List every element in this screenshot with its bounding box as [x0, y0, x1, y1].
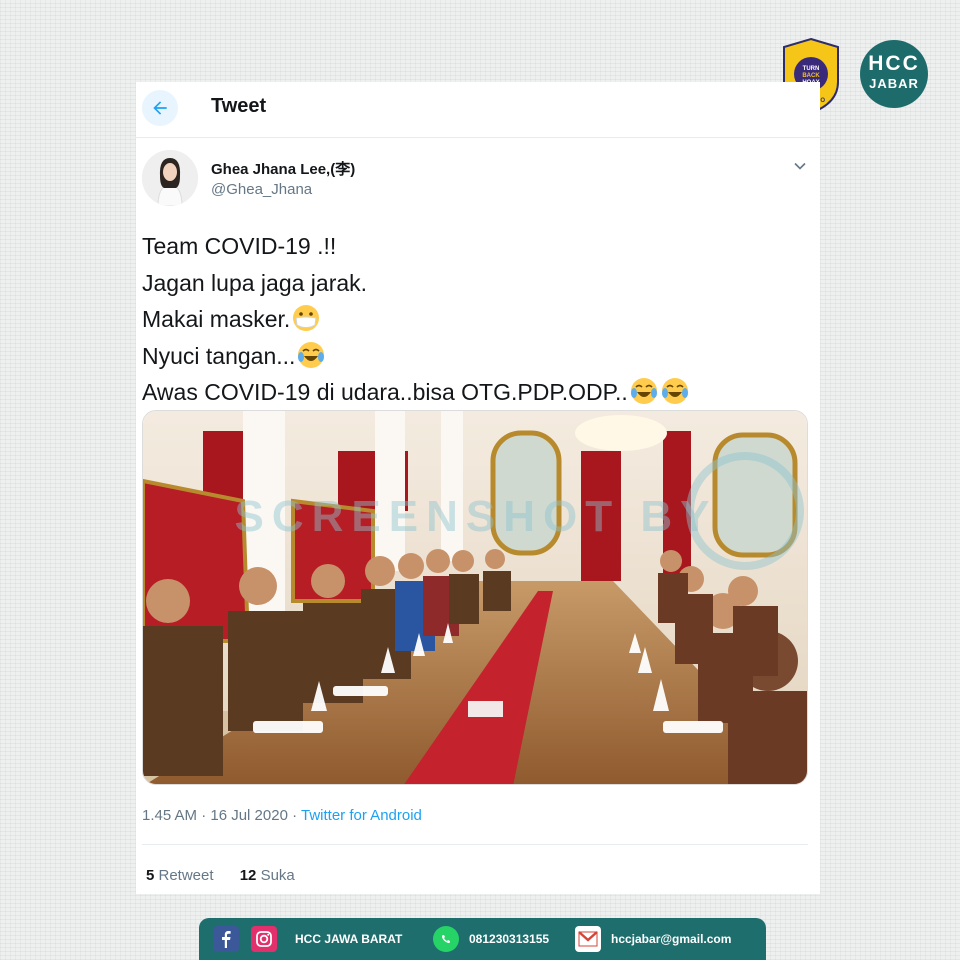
author-name[interactable]: Ghea Jhana Lee,(李) [211, 158, 355, 179]
tweet-card: Tweet Ghea Jhana Lee,(李) @Ghea_Jhana Tea… [136, 82, 820, 894]
tweet-line: Makai masker. [142, 301, 690, 338]
tweet-line-text: Awas COVID-19 di udara..bisa OTG.PDP.ODP… [142, 379, 628, 405]
tweet-line: Jagan lupa jaga jarak. [142, 265, 690, 302]
gmail-icon[interactable] [575, 926, 601, 952]
tweet-line-text: Jagan lupa jaga jarak. [142, 269, 368, 296]
hcc-logo-line2: JABAR [869, 76, 919, 91]
instagram-icon[interactable] [251, 926, 277, 952]
likes-count: 12 [239, 867, 257, 884]
chevron-down-icon[interactable] [790, 156, 810, 176]
tweet-stats: 5 Retweet 12 Suka [146, 867, 317, 884]
likes-label: Suka [256, 867, 295, 884]
hcc-logo-line1: HCC [868, 52, 920, 75]
author-avatar[interactable] [142, 150, 198, 206]
divider [142, 844, 808, 845]
footer-phone: 081230313155 [469, 932, 550, 946]
svg-text:BACK: BACK [802, 73, 820, 79]
tears-of-joy-emoji-icon [298, 341, 325, 368]
arrow-left-icon [153, 101, 167, 115]
contact-footer: HCC JAWA BARAT 081230313155 hccjabar@gma… [199, 918, 766, 960]
whatsapp-icon[interactable] [433, 926, 459, 952]
tweet-line-text: Team COVID-19 .!! [142, 233, 337, 259]
tweet-text: Team COVID-19 .!! Jagan lupa jaga jarak.… [142, 228, 690, 411]
tears-of-joy-emoji-icon [630, 378, 657, 404]
author-handle[interactable]: @Ghea_Jhana [211, 181, 312, 198]
svg-text:SCREENSHOT BY: SCREENSHOT BY [235, 492, 718, 541]
svg-text:TURN: TURN [803, 66, 820, 72]
tweet-line-text: Makai masker. [142, 306, 291, 332]
retweets-stat[interactable]: 5 Retweet [146, 867, 214, 884]
avatar-image [142, 150, 198, 206]
meeting-photo-image: SCREENSHOT BY [143, 411, 807, 784]
tweet-timestamp: 1.45 AM · 16 Jul 2020 · [142, 807, 301, 824]
tweet-meta: 1.45 AM · 16 Jul 2020 · Twitter for Andr… [142, 807, 422, 824]
facebook-icon[interactable] [213, 926, 239, 952]
hcc-jabar-logo: HCC JABAR [860, 40, 928, 108]
tweet-line: Nyuci tangan... [142, 338, 690, 375]
tweet-client-link[interactable]: Twitter for Android [301, 807, 422, 824]
footer-email: hccjabar@gmail.com [611, 932, 732, 946]
tweet-line-text: Nyuci tangan... [142, 342, 296, 369]
page-title: Tweet [211, 95, 267, 117]
tweet-line: Awas COVID-19 di udara..bisa OTG.PDP.ODP… [142, 374, 690, 411]
tweet-line: Team COVID-19 .!! [142, 228, 690, 265]
tweet-photo[interactable]: SCREENSHOT BY [142, 410, 808, 785]
retweets-label: Retweet [154, 867, 214, 884]
footer-org-name: HCC JAWA BARAT [295, 932, 403, 946]
likes-stat[interactable]: 12 Suka [240, 867, 295, 884]
tears-of-joy-emoji-icon [661, 378, 688, 404]
mask-face-emoji-icon [293, 305, 320, 331]
back-button[interactable] [142, 90, 178, 126]
tweet-header: Tweet [136, 82, 820, 138]
